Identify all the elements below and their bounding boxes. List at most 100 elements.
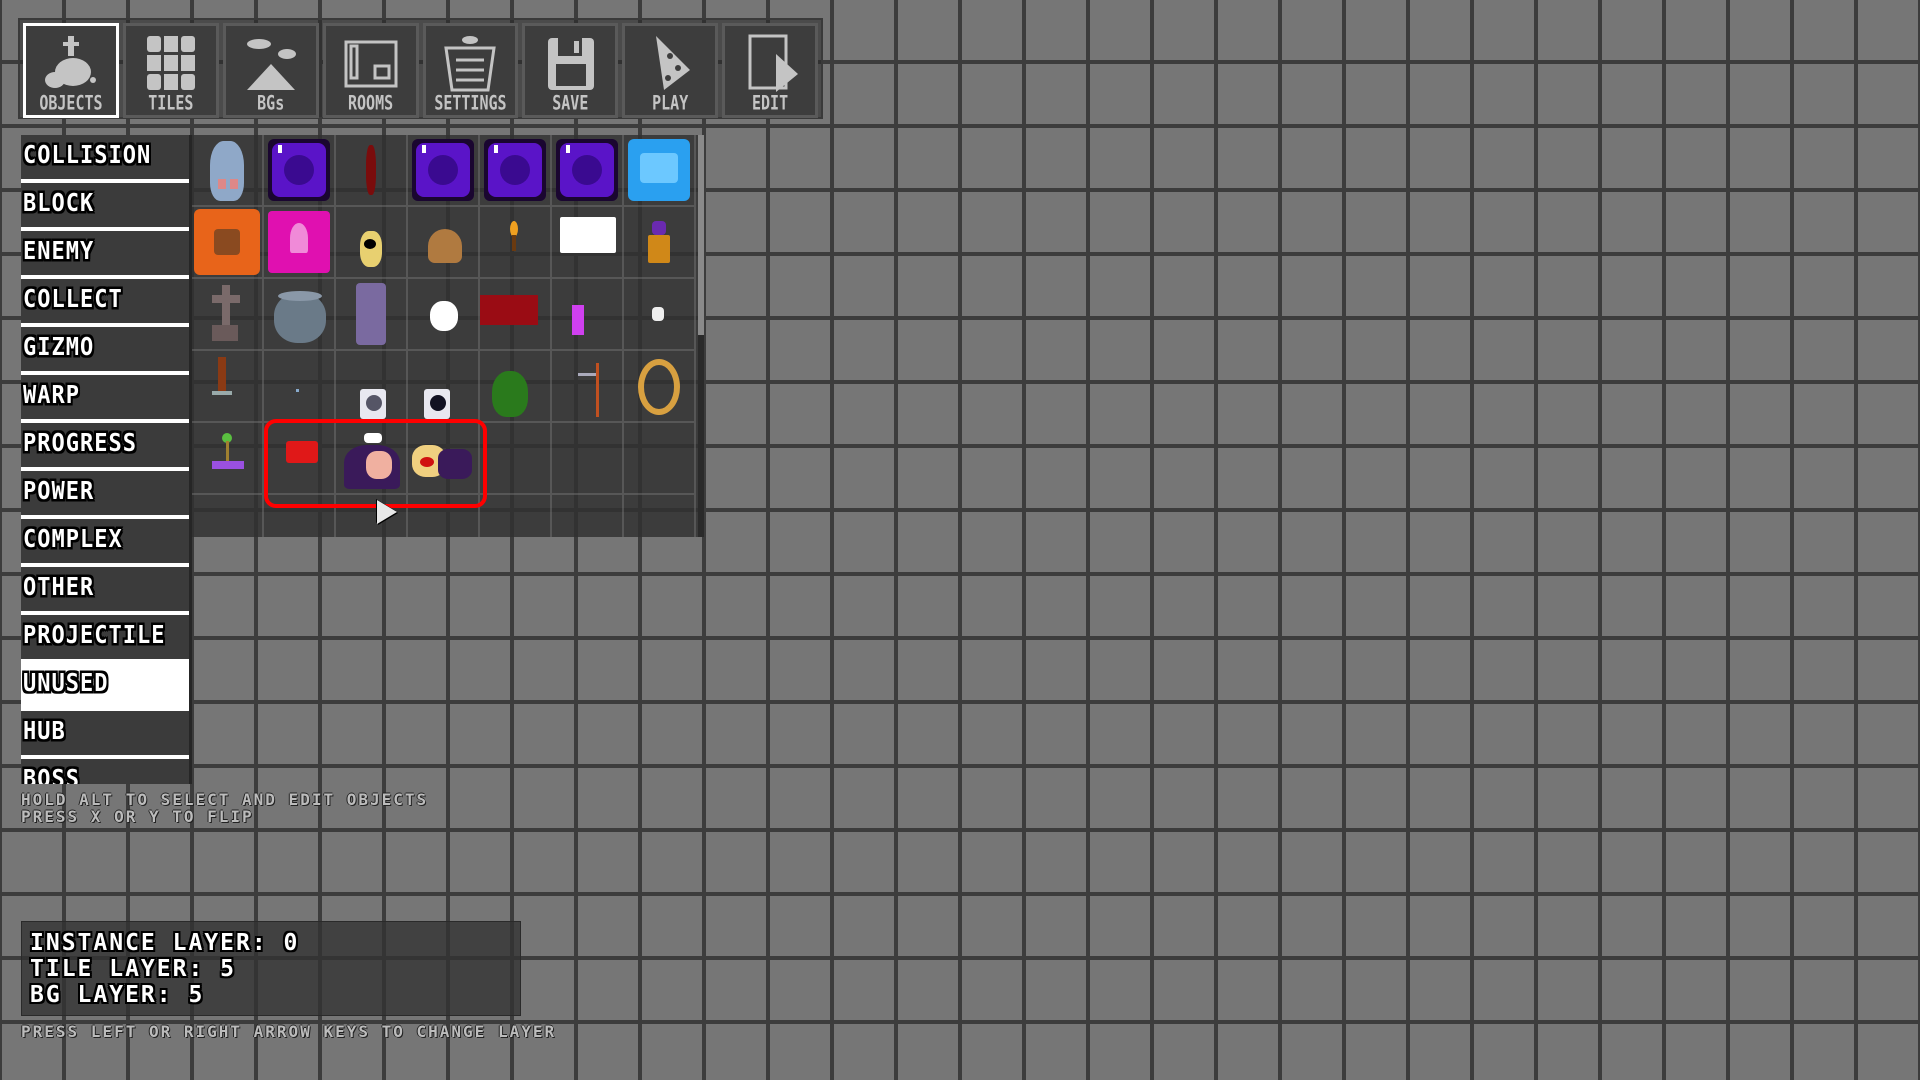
sidebar-item-progress[interactable]: PROGRESS: [21, 423, 189, 471]
toolbar-button-label: PLAY: [652, 91, 689, 115]
white-cloud-sprite-part: [430, 301, 458, 331]
ice-block-sprite-part: [640, 153, 678, 183]
object-cell-empty: [480, 495, 552, 537]
sidebar-item-label: COLLECT: [23, 285, 123, 314]
object-cell-white-panel[interactable]: [552, 207, 624, 279]
small-yellow-enemy-sprite-part: [364, 239, 376, 249]
pepperman-wizard-sprite-part: [364, 433, 382, 443]
sidebar-item-label: HUB: [23, 717, 66, 746]
object-cell-white-cloud[interactable]: [408, 279, 480, 351]
object-cell-purple-statue[interactable]: [624, 207, 696, 279]
sidebar-item-label: ENEMY: [23, 237, 95, 266]
toolbar-objects-button[interactable]: OBJECTS: [23, 23, 119, 118]
toolbar-play-button[interactable]: PLAY: [622, 23, 719, 118]
toolbar-save-button[interactable]: SAVE: [522, 23, 619, 118]
object-cell-washing-machine[interactable]: [408, 351, 480, 423]
sidebar-item-power[interactable]: POWER: [21, 471, 189, 519]
object-cell-pepperman-wizard[interactable]: [336, 423, 408, 495]
object-cell-purple-bomb-block[interactable]: [480, 135, 552, 207]
object-cell-noise-wizard[interactable]: [408, 423, 480, 495]
toolbar-settings-button[interactable]: SETTINGS: [422, 23, 519, 118]
hint-flip: PRESS X OR Y TO FLIP: [21, 807, 254, 826]
sidebar-item-label: WARP: [23, 381, 80, 410]
object-cell-tiny-dot[interactable]: [264, 351, 336, 423]
object-cell-washing-machine-open[interactable]: [336, 351, 408, 423]
rat-sprite-part: [210, 141, 244, 201]
sidebar-item-label: OTHER: [23, 573, 95, 602]
object-cell-purple-pillar-face[interactable]: [336, 279, 408, 351]
toolbar-button-label: TILES: [148, 91, 194, 115]
hint-change-layer: PRESS LEFT OR RIGHT ARROW KEYS TO CHANGE…: [21, 1022, 557, 1041]
object-cell-small-white-figure[interactable]: [624, 279, 696, 351]
object-cell-red-blade[interactable]: [336, 135, 408, 207]
object-cell-purple-bomb-block[interactable]: [552, 135, 624, 207]
object-cell-gray-pot[interactable]: [264, 279, 336, 351]
object-cell-dark-red-block[interactable]: [480, 279, 552, 351]
toolbar-tiles-button[interactable]: TILES: [122, 23, 219, 118]
green-sack-sprite-part: [492, 371, 528, 417]
magenta-bar-sprite-part: [572, 305, 584, 335]
sidebar-item-complex[interactable]: COMPLEX: [21, 519, 189, 567]
object-cell-ice-block[interactable]: [624, 135, 696, 207]
instance-layer-label: INSTANCE LAYER: 0: [30, 930, 300, 956]
scrollbar-thumb[interactable]: [698, 135, 704, 335]
p1-marker-sprite-part: [286, 441, 318, 463]
object-cell-purple-bomb-block[interactable]: [408, 135, 480, 207]
object-cell-small-yellow-enemy[interactable]: [336, 207, 408, 279]
object-cell-rat[interactable]: [192, 135, 264, 207]
toolbar-bgs-button[interactable]: BGs: [222, 23, 319, 118]
sidebar-item-projectile[interactable]: PROJECTILE: [21, 615, 189, 663]
toolbar-rooms-button[interactable]: ROOMS: [322, 23, 419, 118]
sidebar-item-hub[interactable]: HUB: [21, 711, 189, 759]
sidebar-item-label: COLLISION: [23, 141, 152, 170]
object-cell-empty: [552, 423, 624, 495]
gold-ring-sprite-part: [638, 359, 680, 415]
washing-machine-open-sprite-part: [366, 395, 382, 411]
toolbar-button-label: EDIT: [752, 91, 789, 115]
object-cell-torch[interactable]: [480, 207, 552, 279]
mouse-cursor-icon: [377, 500, 397, 524]
sidebar-item-collect[interactable]: COLLECT: [21, 279, 189, 327]
object-cell-p1-marker[interactable]: [264, 423, 336, 495]
object-cell-purple-bomb-block[interactable]: [264, 135, 336, 207]
sidebar-item-enemy[interactable]: ENEMY: [21, 231, 189, 279]
object-cell-green-lever[interactable]: [192, 423, 264, 495]
toolbar-button-label: BGs: [257, 91, 285, 115]
object-cell-gravestone[interactable]: [192, 279, 264, 351]
object-cell-gold-ring[interactable]: [624, 351, 696, 423]
sidebar-item-block[interactable]: BLOCK: [21, 183, 189, 231]
sword-sprite-part: [218, 357, 226, 393]
toolbar-edit-button[interactable]: EDIT: [722, 23, 818, 118]
object-cell-orange-rock-block[interactable]: [192, 207, 264, 279]
sidebar-item-collision[interactable]: COLLISION: [21, 135, 189, 183]
sidebar-item-label: POWER: [23, 477, 95, 506]
sidebar-item-unused[interactable]: UNUSED: [21, 663, 189, 711]
sidebar-item-warp[interactable]: WARP: [21, 375, 189, 423]
green-lever-sprite-part: [212, 461, 244, 469]
sidebar-item-gizmo[interactable]: GIZMO: [21, 327, 189, 375]
purple-bomb-block-sprite-part: [494, 145, 498, 153]
noise-wizard-sprite-part: [438, 449, 472, 479]
purple-bomb-block-sprite-part: [500, 155, 530, 185]
object-cell-green-sack[interactable]: [480, 351, 552, 423]
sidebar-item-boss[interactable]: BOSS: [21, 759, 189, 784]
toolbar-button-label: OBJECTS: [39, 91, 103, 115]
sidebar-item-label: UNUSED: [23, 669, 109, 698]
object-cell-empty: [624, 423, 696, 495]
sidebar-item-other[interactable]: OTHER: [21, 567, 189, 615]
small-white-figure-sprite-part: [652, 307, 664, 321]
purple-bomb-block-sprite-part: [284, 155, 314, 185]
palette-scrollbar[interactable]: [698, 135, 704, 537]
object-cell-brown-boulder[interactable]: [408, 207, 480, 279]
object-cell-pink-mystery-block[interactable]: [264, 207, 336, 279]
purple-bomb-block-sprite-part: [278, 145, 282, 153]
edit-icon: [740, 34, 800, 92]
sidebar-item-label: COMPLEX: [23, 525, 123, 554]
backgrounds-icon: [241, 34, 301, 92]
rooms-icon: [341, 34, 401, 92]
object-cell-magenta-bar[interactable]: [552, 279, 624, 351]
object-cell-sword[interactable]: [192, 351, 264, 423]
object-cell-hook-pole[interactable]: [552, 351, 624, 423]
small-yellow-enemy-sprite-part: [360, 231, 382, 267]
tile-layer-label: TILE LAYER: 5: [30, 956, 237, 982]
